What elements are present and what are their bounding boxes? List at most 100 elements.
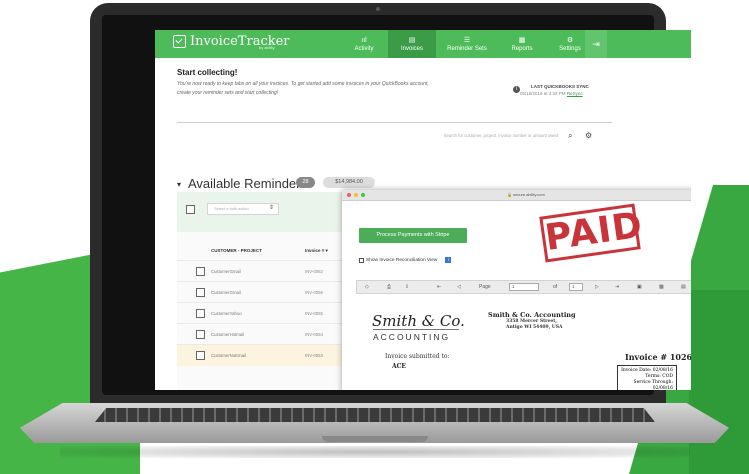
row-customer: CustomerNoEmail — [211, 353, 246, 358]
resync-link[interactable]: ReSync — [567, 91, 583, 96]
invoice-browser-window: 🔒 secure.ability.com Process Payments wi… — [342, 190, 691, 390]
reports-icon: ▦ — [518, 36, 526, 44]
laptop-notch — [322, 436, 428, 442]
nav-settings-label: Settings — [559, 45, 581, 52]
table-row[interactable]: CustomerNoEmail INV-0053 — [177, 344, 355, 366]
reminder-sets-icon: ☰ — [463, 36, 471, 44]
laptop-screen: InvoiceTracker by ability ııl Activity ▤… — [155, 30, 691, 390]
submitted-to-label: Invoice submitted to: — [385, 353, 450, 360]
sync-date-value: 05/15/2018 at 4:32 PM — [520, 91, 566, 96]
paid-stamp: PAID — [539, 203, 645, 263]
settings-icon: ⚙ — [566, 36, 574, 44]
nav-invoices[interactable]: ▤ Invoices — [388, 30, 436, 58]
row-checkbox[interactable] — [196, 309, 205, 318]
zoom-icon[interactable]: ▤ — [681, 284, 686, 290]
bulk-action-bar: Select a bulk action ⇕ — [177, 192, 355, 232]
sync-date: 05/15/2018 at 4:32 PM ReSync — [520, 91, 583, 96]
main-nav: ııl Activity ▤ Invoices ☰ Reminder Sets … — [340, 30, 594, 58]
company-address: 3358 Mercer Street, Antigo WI 54409, USA — [506, 319, 562, 331]
logout-icon[interactable]: ⇥ — [585, 30, 607, 58]
total-pages: 1 — [569, 283, 583, 291]
logo-divider — [373, 329, 459, 330]
browser-titlebar: 🔒 secure.ability.com — [342, 190, 691, 201]
row-checkbox[interactable] — [196, 267, 205, 276]
image-icon[interactable]: ▩ — [659, 284, 664, 290]
logo-subtitle: by ability — [259, 45, 275, 50]
maximize-dot[interactable] — [361, 193, 365, 197]
nav-reports-label: Reports — [511, 45, 533, 52]
table-row[interactable]: CustomerGmail INV-0056 — [177, 281, 355, 303]
nav-activity[interactable]: ııl Activity — [340, 30, 388, 58]
nav-reminder-sets[interactable]: ☰ Reminder Sets — [436, 30, 498, 58]
last-page-icon[interactable]: ⇥ — [615, 284, 619, 290]
row-invoice: INV-0062 — [305, 269, 323, 274]
column-header-invoice[interactable]: Invoice # ▾ — [305, 248, 328, 254]
start-title: Start collecting! — [177, 68, 238, 77]
nav-activity-label: Activity — [354, 45, 374, 52]
invoice-number: Invoice # 10260 — [625, 352, 691, 362]
reconciliation-toggle[interactable]: Show Invoice Reconciliation View i — [359, 257, 452, 263]
close-dot[interactable] — [347, 193, 351, 197]
sync-title: LAST QUICKBOOKS SYNC — [531, 84, 589, 89]
table-row[interactable]: CustomerYahoo INV-0055 — [177, 302, 355, 324]
row-invoice: INV-0056 — [305, 290, 323, 295]
logo-text: InvoiceTracker — [190, 34, 290, 49]
row-customer: CustomerGmail — [211, 290, 241, 295]
fit-page-icon[interactable]: ▣ — [637, 284, 642, 290]
bookmark-icon[interactable]: ◇ — [365, 284, 369, 290]
company-logo-sub: ACCOUNTING — [373, 332, 451, 342]
company-logo-name: Smith & Co. — [372, 312, 465, 330]
first-page-icon[interactable]: ⇤ — [437, 284, 441, 290]
column-header-customer[interactable]: CUSTOMER - PROJECT — [211, 248, 262, 253]
stripe-payment-button[interactable]: Process Payments with Stripe — [359, 228, 467, 243]
save-icon[interactable]: ⇩ — [405, 284, 409, 290]
table-row[interactable]: CustomerHotmail INV-0054 — [177, 323, 355, 345]
prev-page-icon[interactable]: ◁ — [457, 284, 461, 290]
row-invoice: INV-0054 — [305, 332, 323, 337]
search-icon[interactable]: ⌕ — [568, 131, 572, 141]
row-checkbox[interactable] — [196, 351, 205, 360]
url-bar[interactable]: 🔒 secure.ability.com — [507, 192, 545, 197]
laptop-shadow — [60, 446, 690, 458]
table-row[interactable]: CustomerGmail INV-0062 — [177, 260, 355, 282]
invoice-details-box: Invoice Date: 02/08/16 Terms: COD Servic… — [617, 365, 677, 390]
row-checkbox[interactable] — [196, 288, 205, 297]
nav-reports[interactable]: ▦ Reports — [498, 30, 546, 58]
url-text: secure.ability.com — [513, 192, 545, 197]
divider — [177, 122, 612, 123]
filter-icon[interactable]: ⚙ — [585, 131, 592, 140]
info-icon: i — [513, 86, 520, 93]
row-invoice: INV-0055 — [305, 311, 323, 316]
column-header-invoice-label: Invoice # — [305, 248, 325, 253]
nav-reminder-sets-label: Reminder Sets — [447, 45, 487, 52]
company-name: Smith & Co. Accounting — [488, 311, 576, 319]
reminders-amount-badge: $14,984.00 — [323, 177, 375, 188]
collapse-caret-icon[interactable]: ▾ — [177, 180, 181, 189]
print-icon[interactable]: ⎙ — [387, 284, 391, 290]
select-all-checkbox[interactable] — [186, 205, 195, 214]
reconciliation-label: Show Invoice Reconciliation View — [366, 257, 438, 263]
next-page-icon[interactable]: ▷ — [595, 284, 599, 290]
of-label: of — [553, 284, 558, 290]
minimize-dot[interactable] — [354, 193, 358, 197]
available-reminders-title: Available Reminders — [188, 176, 307, 191]
page-label: Page — [479, 284, 491, 290]
pdf-toolbar: ◇ ⎙ ⇩ ⇤ ◁ Page 1 of 1 ▷ ⇥ ▣ ▩ ▤ — [356, 280, 691, 294]
intro-text: You're now ready to keep tabs on all you… — [177, 81, 429, 96]
page-number-input[interactable]: 1 — [509, 283, 539, 291]
row-customer: CustomerHotmail — [211, 332, 245, 337]
address-line-2: Antigo WI 54409, USA — [506, 325, 563, 330]
client-name: ACE — [392, 363, 407, 370]
info-icon[interactable]: i — [445, 257, 452, 263]
logo-check-icon — [173, 35, 186, 48]
row-invoice: INV-0053 — [305, 353, 323, 358]
select-arrows-icon: ⇕ — [269, 205, 275, 211]
reminders-count-badge: 28 — [296, 177, 315, 188]
row-customer: CustomerYahoo — [211, 311, 242, 316]
reconciliation-checkbox[interactable] — [359, 257, 364, 263]
reminders-table: Select a bulk action ⇕ CUSTOMER - PROJEC… — [177, 192, 355, 390]
row-checkbox[interactable] — [196, 330, 205, 339]
search-input[interactable]: Search for customer, project, invoice nu… — [398, 131, 558, 141]
activity-icon: ııl — [361, 36, 367, 44]
row-customer: CustomerGmail — [211, 269, 241, 274]
